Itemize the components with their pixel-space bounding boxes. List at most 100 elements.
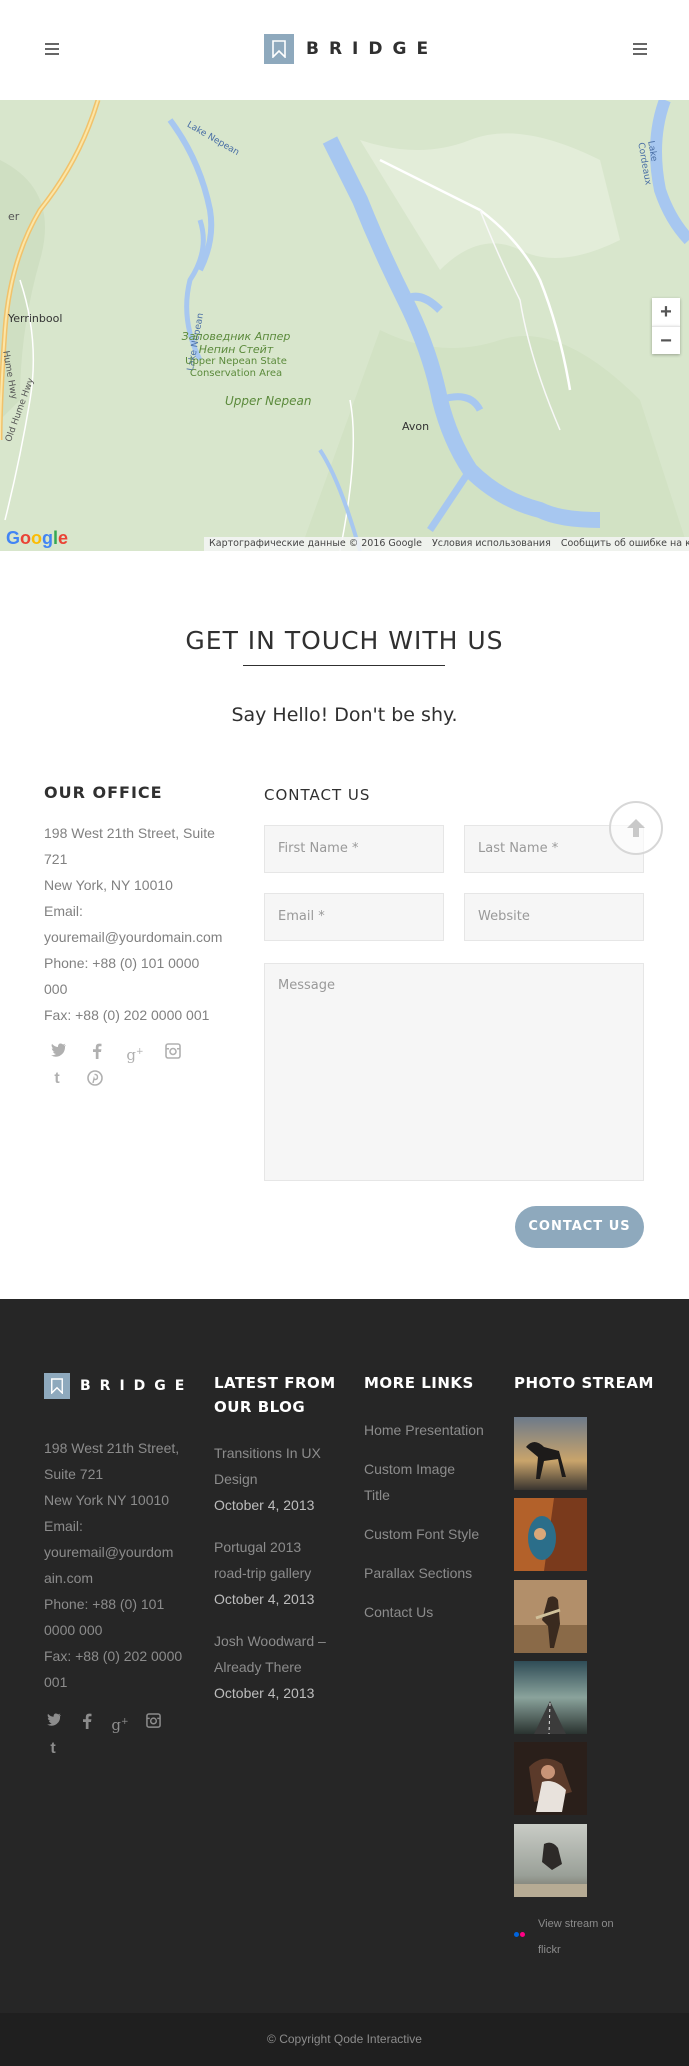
right-menu-icon[interactable] xyxy=(633,43,647,55)
footer-photo-title: PHOTO STREAM xyxy=(514,1374,654,1392)
left-menu-icon[interactable] xyxy=(45,43,59,55)
site-logo[interactable]: BRIDGE xyxy=(264,34,438,64)
google-map[interactable]: er Yerrinbool Hume Hwy Old Hume Hwy Lake… xyxy=(0,100,689,551)
footer-email[interactable]: youremail@yourdom xyxy=(44,1539,194,1565)
copyright-bar: © Copyright Qode Interactive xyxy=(0,2013,689,2066)
footer-blog-title-line: OUR BLOG xyxy=(214,1398,306,1416)
instagram-icon[interactable] xyxy=(164,1043,182,1061)
footer-links-title: MORE LINKS xyxy=(364,1374,474,1392)
office-line: Email: xyxy=(44,903,83,919)
office-email[interactable]: youremail@yourdomain.com xyxy=(44,924,234,950)
pinterest-icon[interactable] xyxy=(86,1070,104,1088)
footer-address-line: 001 xyxy=(44,1674,68,1690)
footer-link[interactable]: Contact Us xyxy=(364,1599,504,1625)
scroll-to-top-button[interactable] xyxy=(609,801,663,855)
footer-address-line: 198 West 21th Street, xyxy=(44,1440,180,1456)
zoom-out-button[interactable]: − xyxy=(652,326,680,354)
site-header: BRIDGE xyxy=(0,0,689,100)
contact-title: CONTACT US xyxy=(264,786,371,804)
office-address: 198 West 21th Street, Suite 721 New York… xyxy=(44,820,234,1028)
footer-address-line: Fax: +88 (0) 202 0000 xyxy=(44,1648,183,1664)
tumblr-icon[interactable]: t xyxy=(44,1740,62,1758)
flickr-link-text[interactable]: flickr xyxy=(514,1937,614,1963)
office-social-row-1: g+ xyxy=(50,1043,202,1064)
footer-blog-list: Transitions In UX Design October 4, 2013… xyxy=(214,1440,344,1722)
map-report-link[interactable]: Сообщить об ошибке на карте xyxy=(556,537,689,551)
logo-text: BRIDGE xyxy=(306,39,439,59)
zoom-in-button[interactable]: + xyxy=(652,298,680,326)
office-line: Phone: +88 (0) 101 0000 xyxy=(44,955,200,971)
arrow-up-icon xyxy=(627,819,645,837)
website-input[interactable]: Website xyxy=(464,893,644,941)
footer-links-list: Home Presentation Custom Image Title Cus… xyxy=(364,1417,504,1638)
tumblr-icon[interactable]: t xyxy=(48,1070,66,1088)
map-label-reserve-ru-2: Непин Стейт xyxy=(198,343,274,356)
contact-submit-button[interactable]: CONTACT US xyxy=(515,1206,644,1248)
office-social-row-2: t xyxy=(48,1070,124,1088)
footer-link[interactable]: Parallax Sections xyxy=(364,1560,504,1586)
flickr-icon xyxy=(514,1921,526,1947)
facebook-icon[interactable] xyxy=(78,1713,96,1731)
blog-post[interactable]: Transitions In UX Design October 4, 2013 xyxy=(214,1440,344,1518)
footer-social-row-2: t xyxy=(44,1740,82,1758)
footer-link-line[interactable]: Custom Image xyxy=(364,1456,504,1482)
google-logo: Google xyxy=(6,528,69,548)
photo-stream-image[interactable] xyxy=(514,1661,587,1734)
facebook-icon[interactable] xyxy=(88,1043,106,1061)
footer-link[interactable]: Custom Font Style xyxy=(364,1521,504,1547)
photo-stream-image[interactable] xyxy=(514,1824,587,1897)
photo-stream-image[interactable] xyxy=(514,1742,587,1815)
blog-post[interactable]: Josh Woodward – Already There October 4,… xyxy=(214,1628,344,1706)
site-footer: BRIDGE 198 West 21th Street, Suite 721 N… xyxy=(0,1299,689,2013)
footer-link[interactable]: Home Presentation xyxy=(364,1417,504,1443)
google-plus-icon[interactable]: g+ xyxy=(111,1713,129,1734)
photo-stream-image[interactable] xyxy=(514,1417,587,1490)
office-title: OUR OFFICE xyxy=(44,783,163,802)
map-label-reserve-ru-1: Заповедник Аппер xyxy=(181,330,291,343)
map-data-credit: Картографические данные © 2016 Google xyxy=(209,538,422,549)
footer-logo-text: BRIDGE xyxy=(80,1378,194,1394)
footer-link[interactable]: Custom Image Title xyxy=(364,1456,504,1508)
photo-stream-image[interactable] xyxy=(514,1498,587,1571)
blog-post[interactable]: Portugal 2013 road-trip gallery October … xyxy=(214,1534,344,1612)
section-title: GET IN TOUCH WITH US xyxy=(185,626,504,655)
blog-post-date: October 4, 2013 xyxy=(214,1591,315,1607)
flickr-link-text[interactable]: View stream on xyxy=(514,1911,614,1937)
flickr-link[interactable]: View stream on flickr xyxy=(514,1911,614,1963)
map-label-yerrinbool: Yerrinbool xyxy=(8,312,63,325)
footer-link-line[interactable]: Title xyxy=(364,1482,504,1508)
message-textarea[interactable]: Message xyxy=(264,963,644,1181)
footer-logo[interactable]: BRIDGE xyxy=(44,1373,193,1399)
footer-blog-title: LATEST FROM OUR BLOG xyxy=(214,1371,336,1419)
blog-post-title[interactable]: Already There xyxy=(214,1654,344,1680)
office-line: New York, NY 10010 xyxy=(44,877,173,893)
office-line: Fax: +88 (0) 202 0000 001 xyxy=(44,1007,210,1023)
first-name-input[interactable]: First Name * xyxy=(264,825,444,873)
footer-blog-title-line: LATEST FROM xyxy=(214,1374,336,1392)
bookmark-icon xyxy=(44,1373,70,1399)
map-label-edge: er xyxy=(8,210,20,223)
map-label-upper-nepean: Upper Nepean xyxy=(225,394,312,408)
map-label-reserve-en-1: Upper Nepean State xyxy=(185,356,287,367)
photo-stream-image[interactable] xyxy=(514,1580,587,1653)
blog-post-title[interactable]: Josh Woodward – xyxy=(214,1628,344,1654)
footer-address: 198 West 21th Street, Suite 721 New York… xyxy=(44,1435,194,1695)
instagram-icon[interactable] xyxy=(144,1713,162,1731)
blog-post-title[interactable]: Portugal 2013 xyxy=(214,1534,344,1560)
map-terms-link[interactable]: Условия использования xyxy=(427,537,556,551)
office-line: 721 xyxy=(44,851,68,867)
footer-address-line: Phone: +88 (0) 101 xyxy=(44,1596,165,1612)
blog-post-title[interactable]: road-trip gallery xyxy=(214,1560,344,1586)
blog-post-date: October 4, 2013 xyxy=(214,1497,315,1513)
blog-post-title[interactable]: Design xyxy=(214,1466,344,1492)
footer-address-line: 0000 000 xyxy=(44,1622,103,1638)
google-plus-icon[interactable]: g+ xyxy=(126,1043,144,1064)
blog-post-title[interactable]: Transitions In UX xyxy=(214,1440,344,1466)
twitter-icon[interactable] xyxy=(50,1043,68,1061)
map-label-avon: Avon xyxy=(402,420,430,433)
email-input[interactable]: Email * xyxy=(264,893,444,941)
footer-email[interactable]: ain.com xyxy=(44,1565,194,1591)
map-attribution: Картографические данные © 2016 Google Ус… xyxy=(204,537,689,551)
section-subtitle: Say Hello! Don't be shy. xyxy=(231,704,458,726)
twitter-icon[interactable] xyxy=(45,1713,63,1731)
